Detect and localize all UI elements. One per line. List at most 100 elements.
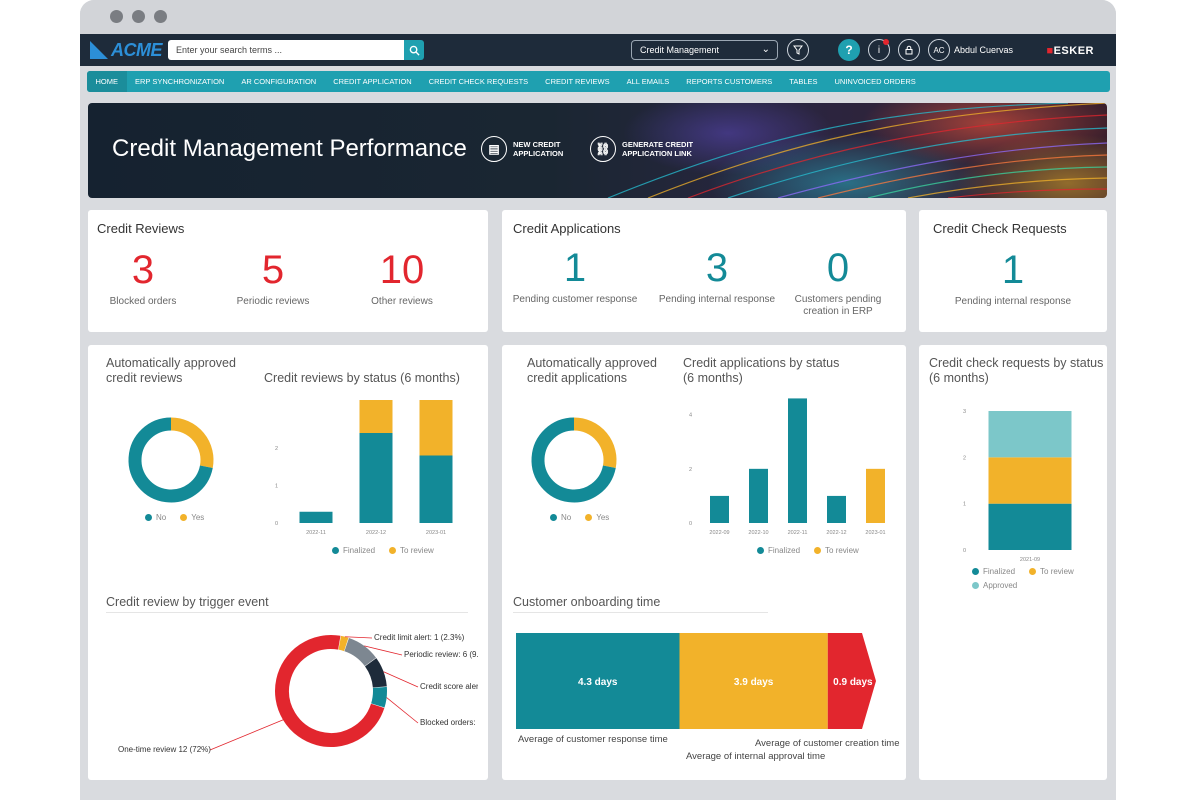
acme-logo[interactable]: ACME (90, 40, 163, 60)
segment-value-label: 4.3 days (578, 677, 618, 688)
y-tick-label: 3 (963, 409, 966, 415)
module-select[interactable]: Credit Management ⌄ (631, 40, 778, 60)
window-dot[interactable] (110, 10, 123, 23)
card-title: Credit Reviews (97, 221, 185, 236)
main-nav: HOME ERP SYNCHRONIZATION AR CONFIGURATION C… (87, 71, 1110, 92)
nav-item-erp-synchronization[interactable]: ERP SYNCHRONIZATION (127, 71, 233, 92)
window-dot[interactable] (154, 10, 167, 23)
search-icon (409, 45, 420, 56)
generate-link-button[interactable]: ⛓ GENERATE CREDIT APPLICATION LINK (590, 136, 693, 162)
chart-title: Credit reviews by status (6 months) (264, 371, 460, 385)
credit-applications-card: Credit Applications 1 Pending customer re… (502, 210, 906, 332)
check-status-chart[interactable]: 0 1 2 3 2021-09 (919, 400, 1107, 565)
nav-item-home[interactable]: HOME (87, 71, 127, 92)
top-bar: ACME Credit Management⌄ ? i AC Abdul Cue… (80, 34, 1116, 66)
kpi-pending-erp[interactable]: 0 Customers pending creation in ERP (770, 246, 906, 318)
bar-finalized (359, 433, 393, 523)
y-tick-label: 0 (963, 548, 966, 554)
applications-charts-card: Automatically approved credit application… (502, 345, 906, 780)
chart-title: Automatically approved credit application… (527, 356, 657, 385)
x-tick-label: 2022-12 (366, 530, 386, 536)
apps-status-chart[interactable]: 0 2 4 2022-09 2022-10 2022-11 2022-12 2023-01 (672, 393, 897, 540)
browser-frame: ACME Credit Management⌄ ? i AC Abdul Cue… (80, 0, 1116, 800)
kpi-other-reviews[interactable]: 10 Other reviews (352, 248, 452, 308)
donut-slice (371, 686, 387, 708)
lock-icon[interactable] (898, 39, 920, 61)
donut-slice (170, 417, 214, 468)
y-tick-label: 0 (689, 521, 692, 527)
bar-finalized (419, 455, 453, 523)
x-tick-label: 2022-11 (306, 530, 326, 536)
segment-value-label: 3.9 days (734, 677, 774, 688)
user-avatar[interactable]: AC (928, 39, 950, 61)
kpi-pending-internal[interactable]: 3 Pending internal response (649, 246, 785, 306)
link-icon: ⛓ (590, 136, 616, 162)
nav-item-uninvoiced-orders[interactable]: UNINVOICED ORDERS (826, 71, 924, 92)
donut-slice (573, 417, 617, 468)
window-dot[interactable] (132, 10, 145, 23)
user-name[interactable]: Abdul Cuervas (954, 45, 1013, 55)
bar-to-review (988, 457, 1072, 504)
auto-apps-donut[interactable] (529, 415, 619, 505)
nav-item-ar-configuration[interactable]: AR CONFIGURATION (233, 71, 325, 92)
bar-to-review (359, 400, 393, 433)
kpi-periodic-reviews[interactable]: 5 Periodic reviews (223, 248, 323, 308)
trigger-label: Credit score alert: 5 (8.7%) (420, 682, 478, 691)
chart-legend: No Yes (145, 513, 218, 522)
y-tick-label: 2 (275, 446, 278, 452)
trigger-label: Credit limit alert: 1 (2.3%) (374, 633, 465, 642)
auto-reviews-donut[interactable] (126, 415, 216, 505)
bar-label: Average of customer creation time (755, 738, 900, 749)
search-button[interactable] (404, 40, 424, 60)
kpi-pending-customer[interactable]: 1 Pending customer response (507, 246, 643, 306)
donut-slice (338, 635, 349, 652)
bar-finalized (827, 495, 846, 523)
annotation-line (383, 671, 419, 688)
annotation-line (345, 636, 373, 639)
reviews-status-chart[interactable]: 0 1 2 2022-11 2022-12 2023-01 (258, 400, 468, 540)
card-title: Credit Check Requests (933, 221, 1067, 236)
reviews-charts-card: Automatically approved credit reviews No … (88, 345, 488, 780)
page-title: Credit Management Performance (112, 135, 467, 162)
credit-check-card: Credit Check Requests 1 Pending internal … (919, 210, 1107, 332)
nav-item-all-emails[interactable]: ALL EMAILS (618, 71, 678, 92)
chart-legend: No Yes (550, 513, 623, 522)
x-tick-label: 2022-09 (709, 530, 729, 536)
x-tick-label: 2021-09 (1020, 557, 1040, 563)
bar-to-review (866, 468, 885, 523)
y-tick-label: 0 (275, 521, 278, 527)
x-tick-label: 2022-11 (788, 530, 808, 536)
chart-legend: Finalized To review (757, 546, 873, 555)
chart-title: Credit check requests by status (6 months… (929, 356, 1104, 385)
donut-slice (344, 637, 377, 667)
chart-title: Automatically approved credit reviews (106, 356, 236, 385)
kpi-blocked-orders[interactable]: 3 Blocked orders (93, 248, 193, 308)
y-tick-label: 2 (689, 467, 692, 473)
new-credit-application-button[interactable]: ▤ NEW CREDIT APPLICATION (481, 136, 563, 162)
divider (106, 612, 468, 613)
bar-label: Average of internal approval time (686, 751, 826, 762)
y-tick-label: 2 (963, 455, 966, 461)
hero-banner: Credit Management Performance ▤ NEW CRED… (88, 103, 1107, 198)
nav-item-credit-application[interactable]: CREDIT APPLICATION (325, 71, 421, 92)
notification-dot (883, 39, 889, 45)
help-icon[interactable]: ? (838, 39, 860, 61)
nav-item-credit-check-requests[interactable]: CREDIT CHECK REQUESTS (420, 71, 536, 92)
search-input[interactable] (168, 40, 404, 60)
trigger-label: One-time review 12 (72%) (118, 745, 211, 754)
kpi-check-pending[interactable]: 1 Pending internal response (929, 248, 1097, 308)
chart-title: Customer onboarding time (513, 595, 661, 609)
nav-item-reports-customers[interactable]: REPORTS CUSTOMERS (678, 71, 781, 92)
x-tick-label: 2022-12 (826, 530, 846, 536)
divider (513, 612, 768, 613)
trigger-donut[interactable]: Credit limit alert: 1 (2.3%) Periodic rev… (118, 628, 478, 768)
filter-icon[interactable] (787, 39, 809, 61)
x-tick-label: 2023-01 (426, 530, 446, 536)
nav-item-tables[interactable]: TABLES (781, 71, 826, 92)
onboarding-chart[interactable]: 4.3 days 3.9 days 0.9 days (516, 633, 891, 731)
bar-finalized (710, 495, 729, 523)
bar-finalized (299, 511, 333, 523)
bar-label: Average of customer response time (518, 734, 668, 745)
nav-item-credit-reviews[interactable]: CREDIT REVIEWS (537, 71, 618, 92)
chart-legend: Finalized To review (972, 567, 1088, 576)
